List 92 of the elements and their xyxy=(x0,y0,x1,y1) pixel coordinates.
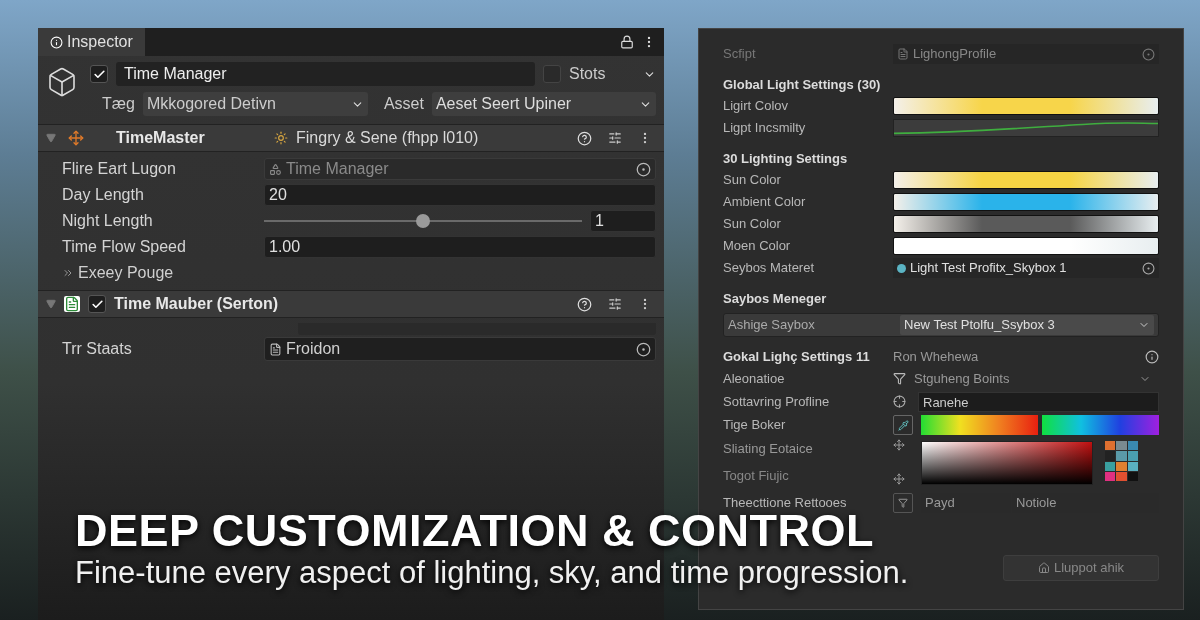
help-icon[interactable] xyxy=(577,130,592,146)
component-header[interactable]: Time Mauber (Serton) xyxy=(38,290,664,318)
field-label: Sun Color xyxy=(723,215,782,234)
field-label: Ambient Color xyxy=(723,193,807,212)
section-header: Gokal Lighç Settings 11 xyxy=(723,348,871,367)
help-icon[interactable] xyxy=(577,296,592,312)
asset-label: Asset xyxy=(383,94,424,114)
gradient-field[interactable] xyxy=(893,171,1159,189)
curve-field[interactable] xyxy=(893,119,1159,137)
field-label: Sliating Eotaice xyxy=(723,440,814,458)
number-field[interactable]: 20 xyxy=(264,184,656,206)
number-field[interactable]: 1.00 xyxy=(264,236,656,258)
field-label: Sun Color xyxy=(723,171,782,190)
checkbox[interactable] xyxy=(543,65,561,83)
script-icon xyxy=(64,296,80,312)
asset-dropdown[interactable]: Aeset Seert Upiner xyxy=(431,92,656,116)
field-label: Ligpt Incsmilty xyxy=(723,119,807,138)
color-picker[interactable] xyxy=(921,441,1093,485)
field-label: Tige Boker xyxy=(723,416,787,435)
gradient-field[interactable] xyxy=(893,215,1159,233)
component-title: TimeMaster xyxy=(116,128,206,148)
field-label: Day Length xyxy=(62,185,145,205)
field-label: Seybos Materet xyxy=(723,259,816,278)
cube-icon xyxy=(46,66,78,98)
field-label: Time Flow Speed xyxy=(62,237,187,257)
tag-label: Tæg xyxy=(102,94,135,114)
script-icon xyxy=(274,131,288,145)
swatch-grid[interactable] xyxy=(1105,441,1138,481)
gradient-field[interactable] xyxy=(893,193,1159,211)
lock-icon[interactable] xyxy=(620,35,634,49)
home-icon xyxy=(1037,562,1050,574)
field-label: Sottavring Profline xyxy=(723,392,831,411)
text-field[interactable]: Ranehe xyxy=(918,391,1159,412)
filter-icon xyxy=(898,498,908,508)
move-icon xyxy=(893,473,905,485)
tag-dropdown[interactable]: Mkkogored Detivn xyxy=(142,92,368,116)
info-icon[interactable] xyxy=(1145,350,1159,364)
gradient-field[interactable] xyxy=(893,237,1159,255)
section-header: 30 Lighting Settings xyxy=(723,150,849,169)
foldout-icon[interactable] xyxy=(62,267,74,279)
expand-caret-icon[interactable] xyxy=(46,133,56,143)
section-note: Ron Whehewa xyxy=(893,348,980,367)
name-field[interactable]: Time Manager xyxy=(116,62,535,86)
script-field[interactable]: LighongProfile xyxy=(893,44,1159,64)
material-icon xyxy=(897,263,906,273)
field-label: Ligirt Colov xyxy=(723,97,790,116)
section-header: Saybos Meneger xyxy=(723,290,828,309)
hue-bar[interactable] xyxy=(1042,415,1159,435)
target-icon[interactable] xyxy=(1142,261,1155,275)
inspector-tab[interactable]: Inspector xyxy=(38,28,145,56)
filter-icon xyxy=(893,372,906,385)
component-title: Time Mauber (Serton) xyxy=(114,294,280,314)
dropdown-field[interactable]: Stguheng Boints xyxy=(914,368,1139,389)
settings-icon[interactable] xyxy=(608,297,622,311)
field-label: Aleonatioe xyxy=(723,369,786,388)
field-label: Flire Eart Lugon xyxy=(62,159,177,179)
file-icon xyxy=(269,342,282,356)
file-icon xyxy=(897,48,909,60)
field-label: Moen Color xyxy=(723,237,792,256)
field-label: Togot Fiujic xyxy=(723,466,790,485)
section-header: Global Light Settings (30) xyxy=(723,76,882,95)
dropdown-row[interactable]: Ashige Saybox New Test Ptolfu_Ssybox 3 xyxy=(723,313,1159,337)
dropdown-icon[interactable] xyxy=(893,493,913,513)
object-field[interactable]: Time Manager xyxy=(264,158,656,180)
eyedropper-icon xyxy=(897,419,909,431)
field-label: Scfipt xyxy=(723,45,757,64)
component-icon xyxy=(269,162,282,176)
foldout-label[interactable]: Exeey Pouge xyxy=(78,261,174,285)
info-icon xyxy=(50,35,63,49)
component-header[interactable]: TimeMaster Fingry & Sene (fhpp l010) xyxy=(38,124,664,152)
static-label: Stots xyxy=(569,64,607,84)
support-button[interactable]: Lluppot ahik xyxy=(1003,555,1159,581)
field-label: Night Length xyxy=(62,211,154,231)
target-icon[interactable] xyxy=(636,161,651,177)
settings-icon[interactable] xyxy=(608,131,622,145)
dropdown-value: New Test Ptolfu_Ssybox 3 xyxy=(904,316,1056,335)
hue-bar[interactable] xyxy=(921,415,1038,435)
object-field[interactable]: Froidon xyxy=(264,337,656,361)
field-label: Trr Staats xyxy=(62,339,133,359)
object-field[interactable]: Light Test Profitx_Skybox 1 xyxy=(893,258,1159,278)
move-icon xyxy=(893,439,905,451)
transform-icon xyxy=(68,130,84,146)
expand-caret-icon[interactable] xyxy=(46,299,56,309)
number-field[interactable]: 1 xyxy=(590,210,656,232)
field-label: Ashige Saybox xyxy=(728,316,816,335)
script-name: Fingry & Sene (fhpp l010) xyxy=(296,128,479,148)
eyedropper-button[interactable] xyxy=(893,415,913,435)
target-icon xyxy=(893,395,906,408)
slider-thumb[interactable] xyxy=(416,214,430,228)
gradient-field[interactable] xyxy=(893,97,1159,115)
subtitle: Fine-tune every aspect of lighting, sky, and time progression. xyxy=(75,556,909,590)
target-icon[interactable] xyxy=(636,341,651,357)
